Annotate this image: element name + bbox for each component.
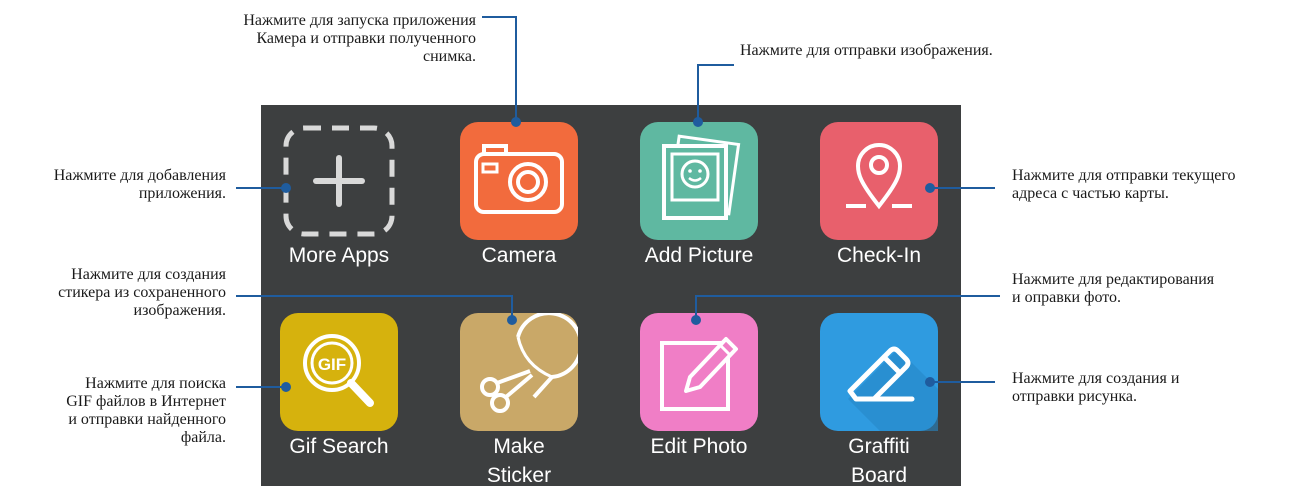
app-label: Check-In — [836, 244, 922, 267]
callout-add-picture: Нажмите для отправки изображения. — [740, 42, 993, 59]
callout-check-in: Нажмите для отправки текущего адреса с ч… — [1012, 167, 1236, 202]
app-label: Camera — [481, 244, 557, 267]
app-label: Graffiti Board — [848, 435, 910, 487]
app-camera[interactable]: Camera — [419, 122, 619, 270]
app-add-picture[interactable]: Add Picture — [599, 122, 799, 270]
gif-search-icon: GIF — [280, 313, 398, 431]
svg-text:GIF: GIF — [318, 355, 346, 374]
app-make-sticker[interactable]: Make Sticker — [419, 313, 619, 490]
callout-camera: Нажмите для запуска приложения Камера и … — [243, 12, 476, 65]
callout-edit-photo: Нажмите для редактирования и оправки фот… — [1012, 271, 1215, 306]
camera-icon — [460, 122, 578, 240]
app-check-in[interactable]: Check-In — [779, 122, 979, 270]
map-pin-icon — [820, 122, 938, 240]
callout-make-sticker: Нажмите для создания стикера из сохранен… — [58, 266, 226, 319]
eraser-icon — [820, 313, 938, 431]
app-label: Gif Search — [289, 435, 389, 458]
scissors-icon — [460, 313, 578, 431]
app-label: Edit Photo — [650, 435, 748, 458]
app-graffiti-board[interactable]: Graffiti Board — [779, 313, 979, 490]
photo-stack-icon — [640, 122, 758, 240]
app-label: Make Sticker — [486, 435, 552, 487]
app-more-apps[interactable]: More Apps — [239, 122, 439, 270]
app-label: More Apps — [288, 244, 390, 267]
app-edit-photo[interactable]: Edit Photo — [599, 313, 799, 461]
app-label: Add Picture — [644, 244, 754, 267]
plus-dashed-icon — [280, 122, 398, 240]
app-gif-search[interactable]: GIF Gif Search — [239, 313, 439, 461]
callout-gif-search: Нажмите для поиска GIF файлов в Интернет… — [66, 375, 226, 446]
callout-graffiti-board: Нажмите для создания и отправки рисунка. — [1012, 370, 1180, 405]
pencil-edit-icon — [640, 313, 758, 431]
callout-more-apps: Нажмите для добавления приложения. — [53, 167, 226, 202]
